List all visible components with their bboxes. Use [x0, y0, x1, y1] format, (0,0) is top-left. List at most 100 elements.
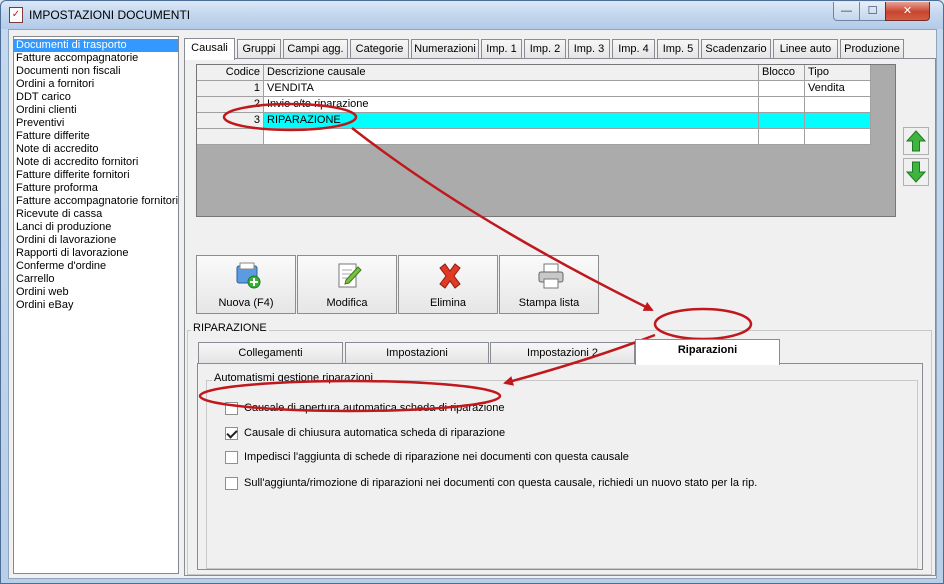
option-row[interactable]: Sull'aggiunta/rimozione di riparazioni n… — [225, 476, 757, 490]
automation-group-title: Automatismi gestione riparazioni — [212, 372, 375, 384]
grid-cell-empty — [759, 129, 805, 145]
doc-type-item[interactable]: Rapporti di lavorazione — [14, 247, 178, 260]
grid-cell-codice: 2 — [197, 97, 264, 113]
delete-button-label: Elimina — [429, 297, 467, 309]
option-label: Sull'aggiunta/rimozione di riparazioni n… — [244, 477, 758, 489]
grid-cell-tipo: Vendita — [805, 81, 871, 97]
doc-type-item[interactable]: DDT carico — [14, 91, 178, 104]
causali-grid[interactable]: Codice Descrizione causale Blocco Tipo 1 VEND… — [196, 64, 896, 217]
print-list-button[interactable]: Stampa lista — [499, 255, 599, 314]
new-document-icon — [236, 262, 261, 289]
doc-type-item[interactable]: Carrello — [14, 273, 178, 286]
doc-type-item[interactable]: Preventivi — [14, 117, 178, 130]
doc-type-item[interactable]: Documenti di trasporto — [14, 39, 178, 52]
tab-imp-3[interactable]: Imp. 3 — [568, 39, 610, 59]
minimize-button[interactable]: — — [833, 2, 860, 21]
detail-group-title: RIPARAZIONE — [191, 322, 269, 334]
option-row[interactable]: Causale di chiusura automatica scheda di… — [225, 426, 505, 440]
column-header[interactable]: Codice — [197, 65, 264, 81]
doc-type-item[interactable]: Ordini web — [14, 286, 178, 299]
move-up-button[interactable] — [903, 127, 929, 155]
move-down-button[interactable] — [903, 158, 929, 186]
print-list-button-label: Stampa lista — [518, 297, 580, 309]
doc-type-item[interactable]: Ricevute di cassa — [14, 208, 178, 221]
option-label: Causale di apertura automatica scheda di… — [244, 402, 505, 414]
doc-type-item[interactable]: Ordini di lavorazione — [14, 234, 178, 247]
doc-type-item[interactable]: Fatture accompagnatorie fornitori — [14, 195, 178, 208]
grid-cell-empty — [197, 129, 264, 145]
grid-cell-codice: 1 — [197, 81, 264, 97]
doc-type-item[interactable]: Note di accredito — [14, 143, 178, 156]
document-type-list[interactable]: Documenti di trasporto Fatture accompagna… — [13, 36, 179, 574]
tab-imp-5[interactable]: Imp. 5 — [657, 39, 699, 59]
grid-cell-codice: 3 — [197, 113, 264, 129]
tab-numerazioni[interactable]: Numerazioni — [411, 39, 479, 59]
doc-type-item[interactable]: Conferme d'ordine — [14, 260, 178, 273]
edit-button-label: Modifica — [326, 297, 368, 309]
doc-type-item[interactable]: Ordini a fornitori — [14, 78, 178, 91]
grid-cell-blocco — [759, 81, 805, 97]
doc-type-item[interactable]: Lanci di produzione — [14, 221, 178, 234]
tab-imp-1[interactable]: Imp. 1 — [481, 39, 522, 59]
detail-tab-riparazioni[interactable]: Riparazioni — [635, 339, 780, 365]
doc-type-item[interactable]: Fatture differite fornitori — [14, 169, 178, 182]
grid-cell-descrizione: Invio c/to riparazione — [264, 97, 759, 113]
option-row[interactable]: Impedisci l'aggiunta di schede di ripara… — [225, 450, 629, 464]
doc-type-item[interactable]: Fatture accompagnatorie — [14, 52, 178, 65]
grid-cell-tipo — [805, 113, 871, 129]
doc-type-item[interactable]: Note di accredito fornitori — [14, 156, 178, 169]
tab-campi-agg[interactable]: Campi agg. — [283, 39, 348, 59]
new-button[interactable]: Nuova (F4) — [196, 255, 296, 314]
title-bar[interactable]: ✓ IMPOSTAZIONI DOCUMENTI — ☐ ✕ — [1, 1, 943, 29]
tab-imp-4[interactable]: Imp. 4 — [612, 39, 655, 59]
detail-tab-impostazioni-2[interactable]: Impostazioni 2 — [490, 342, 635, 364]
tab-linee-auto[interactable]: Linee auto — [773, 39, 838, 59]
option-checkbox[interactable] — [225, 426, 238, 440]
window-title: IMPOSTAZIONI DOCUMENTI — [29, 8, 191, 22]
doc-type-item[interactable]: Documenti non fiscali — [14, 65, 178, 78]
doc-type-item[interactable]: Fatture differite — [14, 130, 178, 143]
detail-tab-impostazioni[interactable]: Impostazioni — [345, 342, 489, 364]
close-button[interactable]: ✕ — [885, 2, 930, 21]
column-header[interactable]: Tipo — [805, 65, 871, 81]
tab-causali[interactable]: Causali — [184, 38, 235, 60]
grid-cell-tipo — [805, 97, 871, 113]
tab-imp-2[interactable]: Imp. 2 — [524, 39, 566, 59]
detail-tab-collegamenti[interactable]: Collegamenti — [198, 342, 343, 364]
tab-gruppi[interactable]: Gruppi — [237, 39, 281, 59]
option-row[interactable]: Causale di apertura automatica scheda di… — [225, 401, 505, 415]
table-row[interactable]: 3 RIPARAZIONE — [197, 113, 871, 129]
doc-type-item[interactable]: Ordini clienti — [14, 104, 178, 117]
new-button-label: Nuova (F4) — [218, 297, 274, 309]
edit-document-icon — [338, 263, 362, 288]
table-row[interactable]: 2 Invio c/to riparazione — [197, 97, 871, 113]
column-header[interactable]: Blocco — [759, 65, 805, 81]
edit-button[interactable]: Modifica — [297, 255, 397, 314]
tab-scadenzario[interactable]: Scadenzario — [701, 39, 771, 59]
settings-tabs: Causali Gruppi Campi agg. Categorie Numerazi… — [184, 38, 929, 60]
document-app-icon: ✓ — [9, 7, 23, 23]
grid-cell-blocco — [759, 97, 805, 113]
app-window: ✓ IMPOSTAZIONI DOCUMENTI — ☐ ✕ Documenti… — [0, 0, 944, 584]
option-checkbox[interactable] — [225, 476, 238, 490]
grid-cell-empty — [805, 129, 871, 145]
arrow-up-icon — [906, 130, 926, 152]
maximize-button[interactable]: ☐ — [859, 2, 886, 21]
tab-produzione[interactable]: Produzione — [840, 39, 904, 59]
grid-cell-blocco — [759, 113, 805, 129]
tab-categorie[interactable]: Categorie — [350, 39, 409, 59]
table-row-empty[interactable] — [197, 129, 871, 145]
grid-cell-descrizione: VENDITA — [264, 81, 759, 97]
printer-icon — [538, 263, 564, 289]
option-checkbox[interactable] — [225, 401, 238, 415]
option-label: Impedisci l'aggiunta di schede di ripara… — [244, 451, 629, 463]
arrow-down-icon — [906, 161, 926, 183]
doc-type-item[interactable]: Fatture proforma — [14, 182, 178, 195]
client-area: Documenti di trasporto Fatture accompagna… — [8, 29, 937, 579]
table-row[interactable]: 1 VENDITA Vendita — [197, 81, 871, 97]
column-header[interactable]: Descrizione causale — [264, 65, 759, 81]
delete-x-icon — [439, 263, 461, 289]
option-checkbox[interactable] — [225, 450, 238, 464]
doc-type-item[interactable]: Ordini eBay — [14, 299, 178, 312]
delete-button[interactable]: Elimina — [398, 255, 498, 314]
